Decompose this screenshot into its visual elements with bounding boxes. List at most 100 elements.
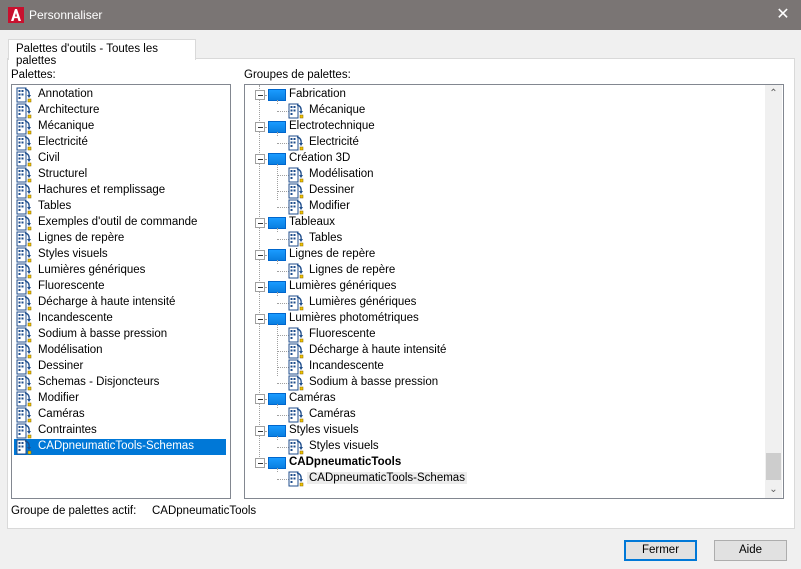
- palette-list-item[interactable]: Civil: [14, 151, 226, 167]
- group-label: Electrotechnique: [289, 120, 375, 132]
- scroll-up-icon[interactable]: ⌃: [765, 85, 782, 102]
- palettes-list[interactable]: Annotation Architecture Mécanique Electrici…: [11, 84, 231, 499]
- tree-palette-node[interactable]: Fluorescente: [245, 327, 760, 343]
- tree-palette-node[interactable]: Styles visuels: [245, 439, 760, 455]
- group-label: Fabrication: [289, 88, 346, 100]
- tree-palette-node[interactable]: Electricité: [245, 135, 760, 151]
- tree-palette-node[interactable]: Incandescente: [245, 359, 760, 375]
- palette-node-label: Caméras: [309, 408, 356, 420]
- tree-group-node[interactable]: Fabrication: [245, 87, 760, 103]
- tool-palette-icon: [16, 103, 32, 119]
- collapse-icon[interactable]: [255, 250, 265, 260]
- palette-list-item[interactable]: Sodium à basse pression: [14, 327, 226, 343]
- collapse-icon[interactable]: [255, 154, 265, 164]
- group-label: Caméras: [289, 392, 336, 404]
- palette-list-item[interactable]: Hachures et remplissage: [14, 183, 226, 199]
- palettes-label: Palettes:: [11, 69, 56, 81]
- tool-palette-icon: [16, 407, 32, 423]
- tree-palette-node[interactable]: Tables: [245, 231, 760, 247]
- palette-list-item[interactable]: Contraintes: [14, 423, 226, 439]
- tree-group-node[interactable]: CADpneumaticTools: [245, 455, 760, 471]
- collapse-icon[interactable]: [255, 458, 265, 468]
- collapse-icon[interactable]: [255, 90, 265, 100]
- tree-palette-node[interactable]: Modifier: [245, 199, 760, 215]
- tree-group-node[interactable]: Lignes de repère: [245, 247, 760, 263]
- tree-palette-node[interactable]: Décharge à haute intensité: [245, 343, 760, 359]
- palette-item-label: Modifier: [38, 392, 79, 404]
- palette-list-item[interactable]: CADpneumaticTools-Schemas: [14, 439, 226, 455]
- tool-palette-icon: [288, 183, 304, 199]
- group-label: Lignes de repère: [289, 248, 376, 260]
- palette-item-label: Fluorescente: [38, 280, 105, 292]
- palette-item-label: Contraintes: [38, 424, 97, 436]
- tree-palette-node[interactable]: Lumières génériques: [245, 295, 760, 311]
- palette-list-item[interactable]: Architecture: [14, 103, 226, 119]
- collapse-icon[interactable]: [255, 394, 265, 404]
- tree-group-node[interactable]: Electrotechnique: [245, 119, 760, 135]
- palette-list-item[interactable]: Mécanique: [14, 119, 226, 135]
- tree-palette-node[interactable]: Sodium à basse pression: [245, 375, 760, 391]
- palette-groups-tree[interactable]: ⌃ ⌄ Fabrication Mécanique Electrotechnique…: [244, 84, 784, 499]
- palette-list-item[interactable]: Lumières génériques: [14, 263, 226, 279]
- group-label: Styles visuels: [289, 424, 359, 436]
- palette-item-label: Modélisation: [38, 344, 103, 356]
- palette-item-label: Décharge à haute intensité: [38, 296, 176, 308]
- palette-list-item[interactable]: Schemas - Disjoncteurs: [14, 375, 226, 391]
- tool-palette-icon: [16, 295, 32, 311]
- group-label: Création 3D: [289, 152, 351, 164]
- palette-item-label: Exemples d'outil de commande: [38, 216, 198, 228]
- tree-group-node[interactable]: Création 3D: [245, 151, 760, 167]
- palette-node-label: Electricité: [309, 136, 359, 148]
- palette-list-item[interactable]: Dessiner: [14, 359, 226, 375]
- tree-palette-node[interactable]: Mécanique: [245, 103, 760, 119]
- palette-groups-label: Groupes de palettes:: [244, 69, 351, 81]
- palette-list-item[interactable]: Exemples d'outil de commande: [14, 215, 226, 231]
- tree-palette-node[interactable]: CADpneumaticTools-Schemas: [245, 471, 760, 487]
- palette-list-item[interactable]: Lignes de repère: [14, 231, 226, 247]
- tool-palette-icon: [288, 231, 304, 247]
- tree-palette-node[interactable]: Dessiner: [245, 183, 760, 199]
- collapse-icon[interactable]: [255, 426, 265, 436]
- tree-group-node[interactable]: Lumières génériques: [245, 279, 760, 295]
- tree-palette-node[interactable]: Modélisation: [245, 167, 760, 183]
- tab-tool-palettes[interactable]: Palettes d'outils - Toutes les palettes: [8, 39, 196, 67]
- tree-group-node[interactable]: Tableaux: [245, 215, 760, 231]
- palette-list-item[interactable]: Structurel: [14, 167, 226, 183]
- scroll-down-icon[interactable]: ⌄: [765, 481, 782, 498]
- tool-palette-icon: [16, 375, 32, 391]
- palette-node-label: Modifier: [309, 200, 350, 212]
- palette-list-item[interactable]: Incandescente: [14, 311, 226, 327]
- palette-list-item[interactable]: Fluorescente: [14, 279, 226, 295]
- palette-list-item[interactable]: Annotation: [14, 87, 226, 103]
- palette-list-item[interactable]: Electricité: [14, 135, 226, 151]
- close-button[interactable]: Fermer: [624, 540, 697, 561]
- palette-list-item[interactable]: Tables: [14, 199, 226, 215]
- palette-item-label: Incandescente: [38, 312, 113, 324]
- close-icon[interactable]: ✕: [772, 5, 794, 25]
- palette-item-label: CADpneumaticTools-Schemas: [38, 440, 194, 452]
- palette-node-label: Modélisation: [309, 168, 374, 180]
- palette-list-item[interactable]: Modifier: [14, 391, 226, 407]
- collapse-icon[interactable]: [255, 314, 265, 324]
- tool-palette-icon: [16, 311, 32, 327]
- help-button[interactable]: Aide: [714, 540, 787, 561]
- collapse-icon[interactable]: [255, 122, 265, 132]
- palette-item-label: Schemas - Disjoncteurs: [38, 376, 160, 388]
- tool-palette-icon: [16, 119, 32, 135]
- collapse-icon[interactable]: [255, 218, 265, 228]
- palette-list-item[interactable]: Décharge à haute intensité: [14, 295, 226, 311]
- palette-list-item[interactable]: Modélisation: [14, 343, 226, 359]
- scroll-thumb[interactable]: [766, 453, 781, 480]
- palette-list-item[interactable]: Styles visuels: [14, 247, 226, 263]
- autocad-app-icon: [8, 7, 24, 23]
- tree-scrollbar[interactable]: ⌃ ⌄: [765, 85, 782, 498]
- tree-group-node[interactable]: Styles visuels: [245, 423, 760, 439]
- tree-group-node[interactable]: Caméras: [245, 391, 760, 407]
- palette-list-item[interactable]: Caméras: [14, 407, 226, 423]
- tool-palette-icon: [288, 135, 304, 151]
- tree-palette-node[interactable]: Caméras: [245, 407, 760, 423]
- collapse-icon[interactable]: [255, 282, 265, 292]
- tree-group-node[interactable]: Lumières photométriques: [245, 311, 760, 327]
- tree-palette-node[interactable]: Lignes de repère: [245, 263, 760, 279]
- tool-palette-icon: [16, 423, 32, 439]
